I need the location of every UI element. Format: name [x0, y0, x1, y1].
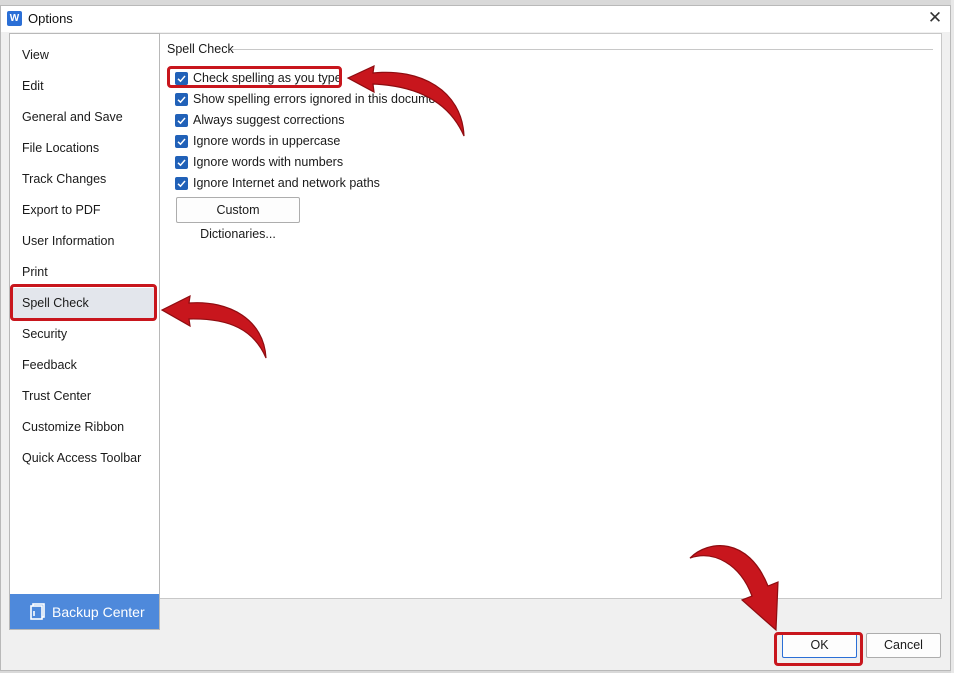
title-bar: W Options ✕	[1, 6, 950, 32]
checkmark-icon	[177, 138, 186, 145]
option-always-suggest-corrections[interactable]: Always suggest corrections	[175, 110, 344, 130]
sidebar-item-quick-access-toolbar[interactable]: Quick Access Toolbar	[11, 443, 157, 473]
sidebar-item-track-changes[interactable]: Track Changes	[11, 164, 157, 194]
checkmark-icon	[177, 117, 186, 124]
checkbox[interactable]	[175, 155, 188, 169]
checkmark-icon	[177, 96, 186, 103]
sidebar-item-file-locations[interactable]: File Locations	[11, 133, 157, 163]
sidebar-item-general-and-save[interactable]: General and Save	[11, 102, 157, 132]
option-label: Ignore words with numbers	[193, 155, 344, 169]
backup-center-button[interactable]: Backup Center	[10, 594, 159, 629]
sidebar-item-edit[interactable]: Edit	[11, 71, 157, 101]
cancel-button[interactable]: Cancel	[866, 633, 941, 658]
checkbox[interactable]	[175, 176, 188, 190]
option-label: Ignore words in uppercase	[193, 134, 341, 148]
sidebar-item-trust-center[interactable]: Trust Center	[11, 381, 157, 411]
custom-dictionaries-button[interactable]: Custom Dictionaries...	[176, 197, 300, 241]
spell-check-panel: Spell Check Check spelling as you type S…	[160, 33, 942, 599]
sidebar-item-export-to-pdf[interactable]: Export to PDF	[11, 195, 157, 225]
option-label: Always suggest corrections	[193, 113, 345, 127]
app-icon: W	[7, 11, 22, 26]
checkbox[interactable]	[175, 113, 188, 127]
sidebar: View Edit General and Save File Location…	[9, 33, 160, 630]
checkbox[interactable]	[175, 134, 188, 148]
option-ignore-internet-paths[interactable]: Ignore Internet and network paths	[175, 173, 380, 193]
backup-icon	[30, 603, 45, 620]
option-label: Check spelling as you type	[193, 71, 342, 85]
checkmark-icon	[177, 75, 186, 82]
group-divider	[231, 49, 933, 50]
option-label: Show spelling errors ignored in this doc…	[193, 92, 446, 106]
option-check-spelling-as-you-type[interactable]: Check spelling as you type	[175, 68, 342, 88]
sidebar-item-customize-ribbon[interactable]: Customize Ribbon	[11, 412, 157, 442]
checkmark-icon	[177, 180, 186, 187]
checkmark-icon	[177, 159, 186, 166]
sidebar-item-feedback[interactable]: Feedback	[11, 350, 157, 380]
sidebar-item-print[interactable]: Print	[11, 257, 157, 287]
sidebar-item-spell-check[interactable]: Spell Check	[11, 288, 157, 318]
window-title: Options	[28, 11, 73, 26]
close-button[interactable]: ✕	[920, 6, 950, 32]
sidebar-item-security[interactable]: Security	[11, 319, 157, 349]
option-ignore-numbers[interactable]: Ignore words with numbers	[175, 152, 343, 172]
backup-center-label: Backup Center	[52, 603, 145, 620]
sidebar-item-view[interactable]: View	[11, 40, 157, 70]
ok-button[interactable]: OK	[782, 633, 857, 658]
close-icon: ✕	[927, 8, 943, 27]
group-title: Spell Check	[167, 42, 234, 56]
option-ignore-uppercase[interactable]: Ignore words in uppercase	[175, 131, 340, 151]
checkbox[interactable]	[175, 71, 188, 85]
sidebar-item-user-information[interactable]: User Information	[11, 226, 157, 256]
option-show-ignored-errors[interactable]: Show spelling errors ignored in this doc…	[175, 89, 446, 109]
option-label: Ignore Internet and network paths	[193, 176, 380, 190]
checkbox[interactable]	[175, 92, 188, 106]
